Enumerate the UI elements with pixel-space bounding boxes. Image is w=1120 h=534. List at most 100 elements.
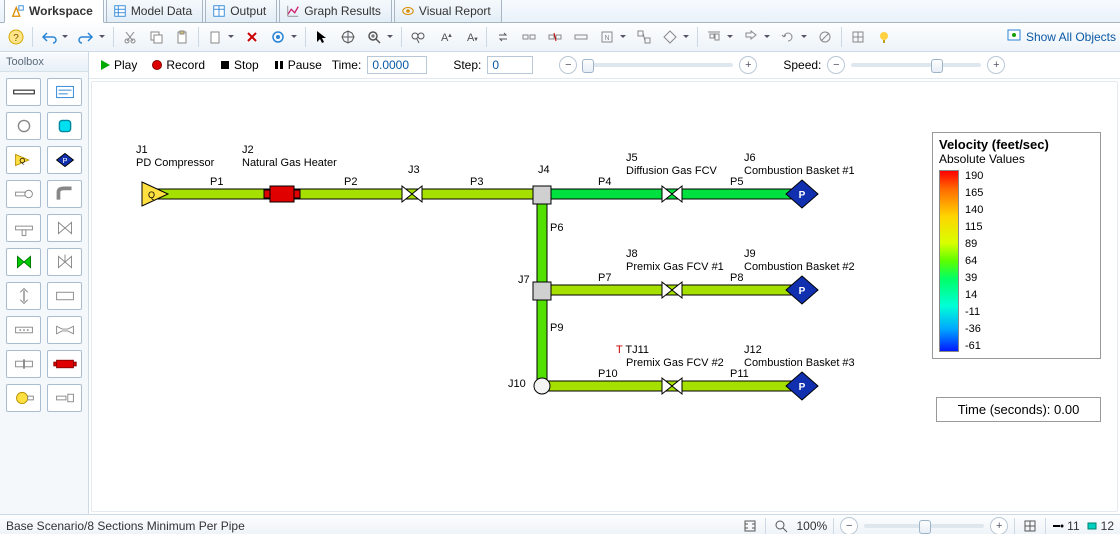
step-decrement-button[interactable]: − xyxy=(559,56,577,74)
velocity-legend[interactable]: Velocity (feet/sec) Absolute Values 190 … xyxy=(932,132,1101,359)
toolbox-bend[interactable] xyxy=(47,180,82,208)
find-button[interactable] xyxy=(406,25,430,49)
undo-button[interactable] xyxy=(37,25,72,49)
combine-pipes-button[interactable] xyxy=(569,25,593,49)
toolbox-separator[interactable] xyxy=(47,384,82,412)
svg-text:P: P xyxy=(799,286,806,297)
toolbox-assigned-pressure[interactable]: P xyxy=(47,146,82,174)
workspace-options-button[interactable] xyxy=(1021,517,1039,534)
align-button[interactable] xyxy=(702,25,737,49)
step-label: Step: xyxy=(453,58,481,72)
speed-slider[interactable] xyxy=(851,63,981,67)
toolbox-compressor[interactable] xyxy=(6,384,41,412)
morph-button[interactable] xyxy=(632,25,656,49)
legend-title: Velocity (feet/sec) xyxy=(939,137,1094,152)
time-display: Time (seconds): 0.00 xyxy=(936,397,1101,422)
help-button[interactable]: ? xyxy=(4,25,28,49)
separator xyxy=(765,518,766,534)
toolbox-area-change[interactable] xyxy=(6,282,41,310)
highlight-button[interactable] xyxy=(872,25,896,49)
speed-label: Speed: xyxy=(783,58,821,72)
toolbox-panel: Toolbox Q P xyxy=(0,52,89,514)
zoom-level: 100% xyxy=(796,519,827,533)
step-input[interactable] xyxy=(487,56,533,74)
zoom-tool[interactable] xyxy=(362,25,397,49)
separator xyxy=(486,27,487,47)
separator xyxy=(833,518,834,534)
copy-image-button[interactable] xyxy=(203,25,238,49)
svg-text:P: P xyxy=(62,156,67,165)
toolbox-annotation[interactable] xyxy=(47,78,82,106)
select-tool[interactable] xyxy=(310,25,334,49)
workspace-canvas[interactable]: Q P xyxy=(91,81,1118,512)
rotate-button[interactable] xyxy=(776,25,811,49)
toolbox-control-valve[interactable] xyxy=(6,248,41,276)
junction-count-chip: 11 xyxy=(1052,519,1079,533)
lock-button[interactable] xyxy=(813,25,837,49)
toolbox-pipe[interactable] xyxy=(6,78,41,106)
output-icon xyxy=(212,4,226,18)
tab-model-data[interactable]: Model Data xyxy=(106,0,203,22)
speed-increment-button[interactable]: + xyxy=(987,56,1005,74)
record-button[interactable]: Record xyxy=(147,56,209,74)
status-bar: Base Scenario/8 Sections Minimum Per Pip… xyxy=(0,514,1120,534)
reverse-pipe-button[interactable] xyxy=(491,25,515,49)
redo-button[interactable] xyxy=(74,25,109,49)
separator xyxy=(32,27,33,47)
fit-view-button[interactable] xyxy=(741,517,759,534)
tab-label: Output xyxy=(230,4,266,18)
show-all-objects-button[interactable]: Show All Objects xyxy=(1006,28,1116,47)
print-button[interactable] xyxy=(266,25,301,49)
tab-workspace[interactable]: Workspace xyxy=(4,0,104,23)
zoom-in-button[interactable]: + xyxy=(990,517,1008,534)
toolbox-heat-exchanger[interactable] xyxy=(47,350,82,378)
time-input[interactable] xyxy=(367,56,427,74)
renumber-button[interactable]: N xyxy=(595,25,630,49)
pause-button[interactable]: Pause xyxy=(269,56,326,74)
font-decrease-button[interactable]: A▼ xyxy=(458,25,482,49)
toolbox-general-component[interactable] xyxy=(47,282,82,310)
delete-button[interactable] xyxy=(240,25,264,49)
tab-visual-report[interactable]: Visual Report xyxy=(394,0,502,22)
grid-button[interactable] xyxy=(846,25,870,49)
pan-tool[interactable] xyxy=(336,25,360,49)
toolbox-reservoir[interactable] xyxy=(47,112,82,140)
step-slider[interactable] xyxy=(583,63,733,67)
stop-button[interactable]: Stop xyxy=(215,56,263,74)
toolbox-venturi[interactable] xyxy=(47,316,82,344)
tab-output[interactable]: Output xyxy=(205,0,277,22)
separator xyxy=(198,27,199,47)
special-conditions-button[interactable] xyxy=(658,25,693,49)
svg-text:Q: Q xyxy=(148,190,155,200)
svg-text:▼: ▼ xyxy=(473,37,478,43)
legend-subtitle: Absolute Values xyxy=(939,152,1094,166)
font-increase-button[interactable]: A▲ xyxy=(432,25,456,49)
snap-pipe-button[interactable] xyxy=(517,25,541,49)
toolbox-branch[interactable] xyxy=(6,112,41,140)
play-button[interactable]: Play xyxy=(95,56,141,74)
toolbox-screen[interactable] xyxy=(6,316,41,344)
svg-text:▲: ▲ xyxy=(447,33,452,39)
toolbox-assigned-flow[interactable]: Q xyxy=(6,146,41,174)
cut-button[interactable] xyxy=(118,25,142,49)
toolbox-relief-valve[interactable] xyxy=(47,248,82,276)
toolbox-dead-end[interactable] xyxy=(6,180,41,208)
break-pipe-button[interactable] xyxy=(543,25,567,49)
visual-report-icon xyxy=(401,4,415,18)
copy-button[interactable] xyxy=(144,25,168,49)
svg-text:P: P xyxy=(799,190,806,201)
toolbox-tee[interactable] xyxy=(6,214,41,242)
tab-label: Workspace xyxy=(29,4,93,18)
speed-decrement-button[interactable]: − xyxy=(827,56,845,74)
stop-label: Stop xyxy=(234,58,259,72)
paste-button[interactable] xyxy=(170,25,194,49)
toolbox-orifice[interactable] xyxy=(6,350,41,378)
zoom-out-button[interactable]: − xyxy=(840,517,858,534)
toolbox-valve[interactable] xyxy=(47,214,82,242)
zoom-slider[interactable] xyxy=(864,524,984,528)
step-increment-button[interactable]: + xyxy=(739,56,757,74)
animation-toolbar: Play Record Stop Pause Time: Step: − + xyxy=(89,52,1120,79)
show-all-icon xyxy=(1006,28,1022,47)
flip-button[interactable] xyxy=(739,25,774,49)
tab-graph-results[interactable]: Graph Results xyxy=(279,0,392,22)
